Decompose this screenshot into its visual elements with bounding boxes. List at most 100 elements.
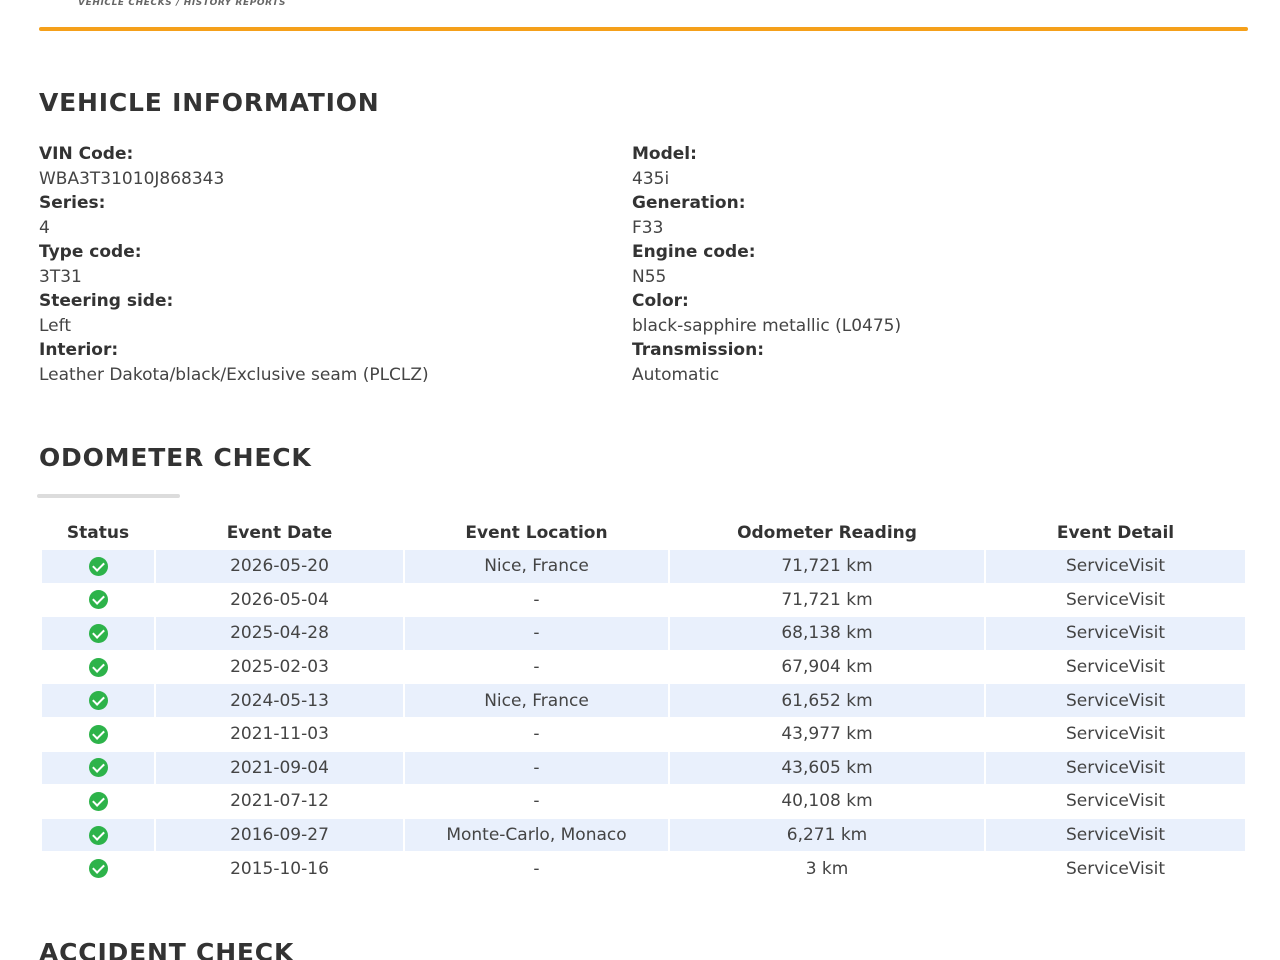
event-detail-cell: ServiceVisit bbox=[986, 617, 1245, 650]
check-circle-icon bbox=[88, 791, 108, 811]
event-date-cell: 2021-09-04 bbox=[156, 751, 403, 785]
column-header-event-location: Event Location bbox=[465, 523, 608, 543]
column-header-event-date: Event Date bbox=[226, 523, 333, 543]
engine-code-value: N55 bbox=[632, 266, 667, 287]
event-location-cell: Nice, France bbox=[405, 550, 668, 583]
model-value: 435i bbox=[632, 168, 670, 189]
check-circle-icon bbox=[88, 691, 108, 711]
event-detail-cell: ServiceVisit bbox=[1065, 724, 1166, 745]
column-header-event-detail: Event Detail bbox=[1056, 523, 1175, 543]
status-cell bbox=[42, 550, 154, 583]
odometer-reading-cell: 68,138 km bbox=[670, 617, 984, 650]
odometer-check-title: ODOMETER CHECK bbox=[39, 443, 312, 472]
vehicle-info-right-column: Model: 435i Generation: F33 Engine code:… bbox=[632, 142, 901, 387]
event-location-cell: - bbox=[533, 657, 540, 678]
interior-label: Interior: bbox=[39, 340, 119, 360]
table-row: 2016-09-27 Monte-Carlo, Monaco 6,271 km Ser… bbox=[42, 818, 1245, 852]
check-circle-icon bbox=[88, 556, 108, 576]
check-circle-icon bbox=[88, 825, 108, 845]
table-row: 2021-07-12 - 40,108 km ServiceVisit bbox=[42, 785, 1245, 818]
table-row: 2024-05-13 Nice, France 61,652 km ServiceVi… bbox=[42, 684, 1245, 717]
event-detail-cell: ServiceVisit bbox=[986, 550, 1245, 583]
odometer-reading-cell: 3 km bbox=[805, 858, 849, 879]
event-location-cell: - bbox=[533, 791, 540, 812]
event-date-cell: 2026-05-04 bbox=[230, 589, 329, 610]
odometer-reading-cell: 43,977 km bbox=[781, 724, 873, 745]
event-location-cell: Monte-Carlo, Monaco bbox=[405, 818, 668, 852]
generation-value: F33 bbox=[632, 217, 664, 238]
event-detail-cell: ServiceVisit bbox=[1065, 858, 1166, 879]
transmission-value: Automatic bbox=[632, 364, 720, 385]
vin-label: VIN Code: bbox=[39, 144, 134, 164]
vin-value: WBA3T31010J868343 bbox=[39, 168, 225, 189]
type-code-label: Type code: bbox=[39, 242, 142, 262]
odometer-reading-cell: 61,652 km bbox=[670, 684, 984, 717]
status-cell bbox=[42, 751, 154, 785]
event-date-cell: 2021-07-12 bbox=[230, 791, 329, 812]
status-cell bbox=[42, 617, 154, 650]
column-header-status: Status bbox=[66, 523, 130, 543]
type-code-value: 3T31 bbox=[39, 266, 82, 287]
table-row: 2025-02-03 - 67,904 km ServiceVisit bbox=[42, 651, 1245, 684]
odometer-reading-cell: 71,721 km bbox=[781, 589, 873, 610]
odometer-reading-cell: 43,605 km bbox=[670, 751, 984, 785]
odometer-table: Status Event Date Event Location Odomete… bbox=[40, 516, 1247, 886]
event-detail-cell: ServiceVisit bbox=[1065, 589, 1166, 610]
check-circle-icon bbox=[88, 657, 108, 677]
event-date-cell: 2015-10-16 bbox=[230, 858, 329, 879]
generation-label: Generation: bbox=[632, 193, 746, 213]
table-row: 2015-10-16 - 3 km ServiceVisit bbox=[42, 852, 1245, 885]
engine-code-label: Engine code: bbox=[632, 242, 756, 262]
event-date-cell: 2025-04-28 bbox=[156, 617, 403, 650]
event-date-cell: 2026-05-20 bbox=[156, 550, 403, 583]
brand-tagline: VEHICLE CHECKS / HISTORY REPORTS bbox=[78, 0, 287, 8]
status-cell bbox=[42, 718, 154, 751]
event-location-cell: - bbox=[533, 858, 540, 879]
series-value: 4 bbox=[39, 217, 50, 238]
transmission-label: Transmission: bbox=[632, 340, 764, 360]
event-date-cell: 2024-05-13 bbox=[156, 684, 403, 717]
status-cell bbox=[42, 584, 154, 617]
check-circle-icon bbox=[88, 859, 108, 879]
event-location-cell: Nice, France bbox=[405, 684, 668, 717]
odometer-reading-cell: 67,904 km bbox=[781, 657, 873, 678]
check-circle-icon bbox=[88, 623, 108, 643]
steering-side-value: Left bbox=[39, 315, 71, 336]
status-cell bbox=[42, 684, 154, 717]
event-location-cell: - bbox=[405, 751, 668, 785]
event-location-cell: - bbox=[533, 589, 540, 610]
event-location-cell: - bbox=[533, 724, 540, 745]
header-accent-rule bbox=[39, 27, 1248, 31]
event-date-cell: 2021-11-03 bbox=[230, 724, 329, 745]
odometer-reading-cell: 40,108 km bbox=[781, 791, 873, 812]
event-detail-cell: ServiceVisit bbox=[1065, 657, 1166, 678]
event-detail-cell: ServiceVisit bbox=[986, 818, 1245, 852]
event-detail-cell: ServiceVisit bbox=[1065, 791, 1166, 812]
status-cell bbox=[42, 852, 154, 885]
color-value: black-sapphire metallic (L0475) bbox=[632, 315, 902, 336]
check-circle-icon bbox=[88, 758, 108, 778]
vehicle-information-title: VEHICLE INFORMATION bbox=[39, 88, 380, 117]
table-row: 2026-05-04 - 71,721 km ServiceVisit bbox=[42, 584, 1245, 617]
vehicle-info-left-column: VIN Code: WBA3T31010J868343 Series: 4 Ty… bbox=[39, 142, 429, 387]
series-label: Series: bbox=[39, 193, 106, 213]
event-date-cell: 2016-09-27 bbox=[156, 818, 403, 852]
table-row: 2021-11-03 - 43,977 km ServiceVisit bbox=[42, 718, 1245, 751]
event-date-cell: 2025-02-03 bbox=[230, 657, 329, 678]
column-header-odometer-reading: Odometer Reading bbox=[737, 523, 917, 543]
event-detail-cell: ServiceVisit bbox=[986, 751, 1245, 785]
table-header-row: Status Event Date Event Location Odomete… bbox=[42, 517, 1245, 549]
status-cell bbox=[42, 818, 154, 852]
odometer-reading-cell: 71,721 km bbox=[670, 550, 984, 583]
table-row: 2021-09-04-43,605 km ServiceVisit bbox=[42, 751, 1245, 785]
check-circle-icon bbox=[88, 724, 108, 744]
table-row: 2026-05-20 Nice, France 71,721 km ServiceVi… bbox=[42, 550, 1245, 583]
odometer-reading-cell: 6,271 km bbox=[670, 818, 984, 852]
status-cell bbox=[42, 651, 154, 684]
event-detail-cell: ServiceVisit bbox=[986, 684, 1245, 717]
steering-side-label: Steering side: bbox=[39, 291, 174, 311]
status-cell bbox=[42, 785, 154, 818]
section-divider bbox=[37, 494, 180, 498]
model-label: Model: bbox=[632, 144, 697, 164]
color-label: Color: bbox=[632, 291, 689, 311]
